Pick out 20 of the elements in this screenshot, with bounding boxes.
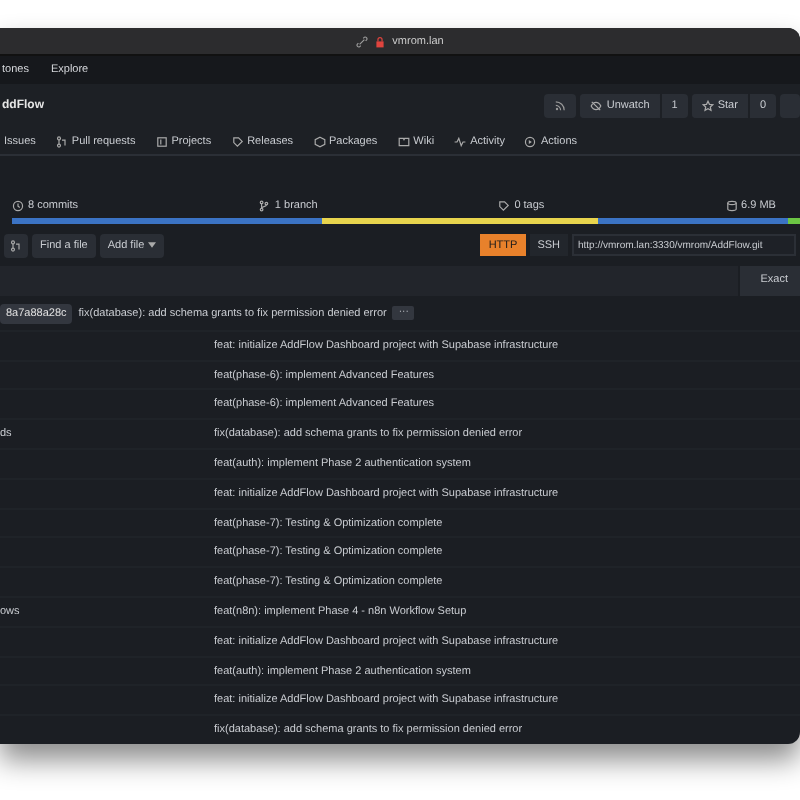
rss-button[interactable]: [544, 94, 577, 119]
link-icon: [356, 35, 369, 47]
book-icon: [397, 135, 410, 148]
pulse-icon: [454, 135, 467, 148]
rss-icon: [554, 100, 567, 113]
package-icon: [313, 135, 326, 148]
caret-icon: [148, 242, 157, 249]
branch-button[interactable]: [4, 233, 28, 258]
branch-icon: [10, 239, 22, 252]
pull-request-icon: [55, 135, 68, 148]
lock-icon: [374, 35, 387, 47]
clock-icon: [12, 199, 24, 212]
tag-icon: [498, 199, 511, 212]
branch-icon: [258, 199, 271, 212]
star-icon: [701, 100, 714, 113]
board-icon: [155, 135, 168, 148]
play-icon: [524, 135, 537, 148]
eye-slash-icon: [590, 100, 603, 113]
tag-icon: [231, 135, 244, 148]
database-icon: [725, 199, 738, 212]
